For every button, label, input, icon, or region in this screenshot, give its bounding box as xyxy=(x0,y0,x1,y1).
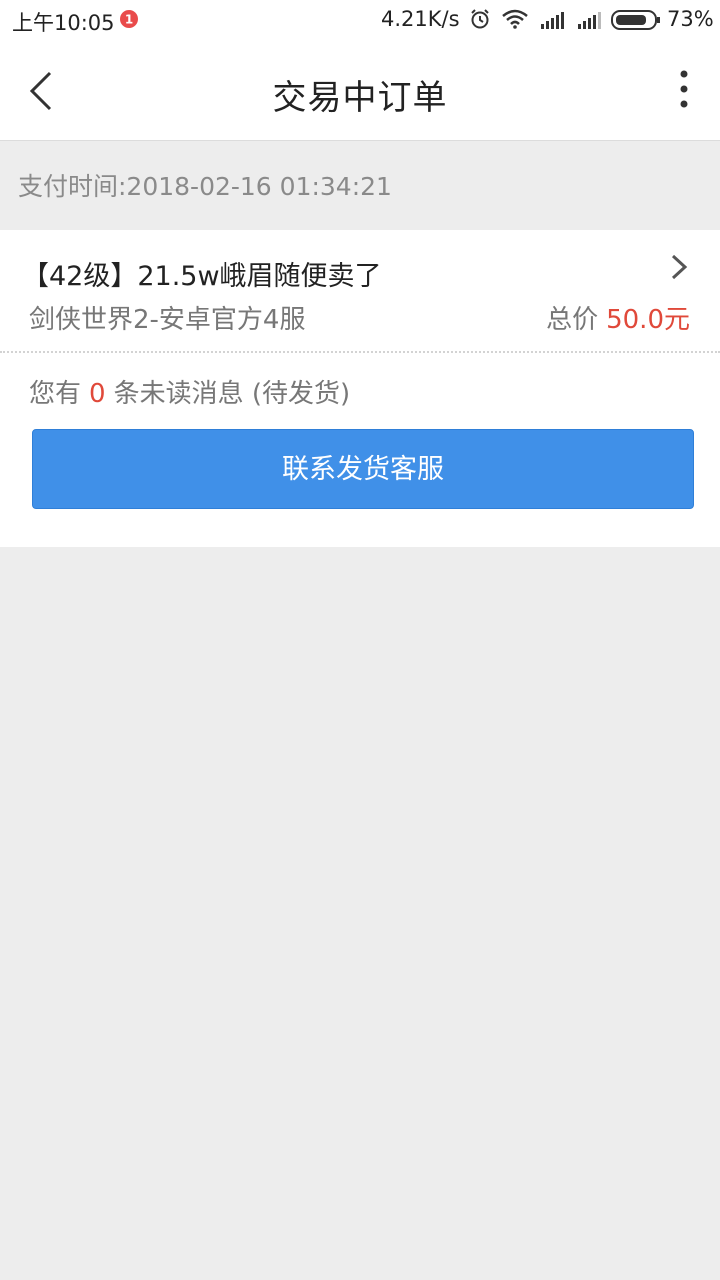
price-label: 总价 xyxy=(546,305,599,335)
order-card: 【42级】21.5w峨眉随便卖了 剑侠世界2-安卓官方4服 总价 50.0元 您有… xyxy=(0,230,720,547)
battery-icon xyxy=(611,10,660,30)
price-value: 50.0元 xyxy=(606,305,690,335)
chevron-right-icon[interactable] xyxy=(668,252,692,282)
messages-prefix: 您有 xyxy=(29,379,82,409)
status-time: 上午10:05 xyxy=(12,11,115,35)
notification-badge-icon: 1 xyxy=(120,10,138,28)
order-item-title[interactable]: 【42级】21.5w峨眉随便卖了 xyxy=(22,254,382,293)
game-server: 剑侠世界2-安卓官方4服 xyxy=(29,305,306,335)
dotted-divider xyxy=(0,351,720,353)
more-vertical-icon[interactable] xyxy=(664,68,704,112)
status-bar: 上午10:05 1 4.21K/s 73% xyxy=(0,0,720,40)
network-speed: 4.21K/s xyxy=(381,7,460,31)
top-nav-bar: 交易中订单 xyxy=(0,40,720,141)
payment-time: 支付时间:2018-02-16 01:34:21 xyxy=(18,172,392,201)
unread-count: 0 xyxy=(89,379,106,409)
page-title: 交易中订单 xyxy=(272,78,448,118)
signal-icon xyxy=(578,12,601,29)
battery-level: 73% xyxy=(667,7,714,31)
messages-suffix: 条未读消息 (待发货) xyxy=(113,379,351,409)
alarm-icon xyxy=(471,9,489,29)
signal-icon xyxy=(541,12,564,29)
contact-delivery-service-button[interactable]: 联系发货客服 xyxy=(32,429,694,509)
wifi-icon xyxy=(502,9,528,29)
unread-messages-line: 您有 0 条未读消息 (待发货) xyxy=(29,373,350,410)
svg-text:1: 1 xyxy=(125,13,133,27)
order-total-price: 总价 50.0元 xyxy=(546,299,690,336)
